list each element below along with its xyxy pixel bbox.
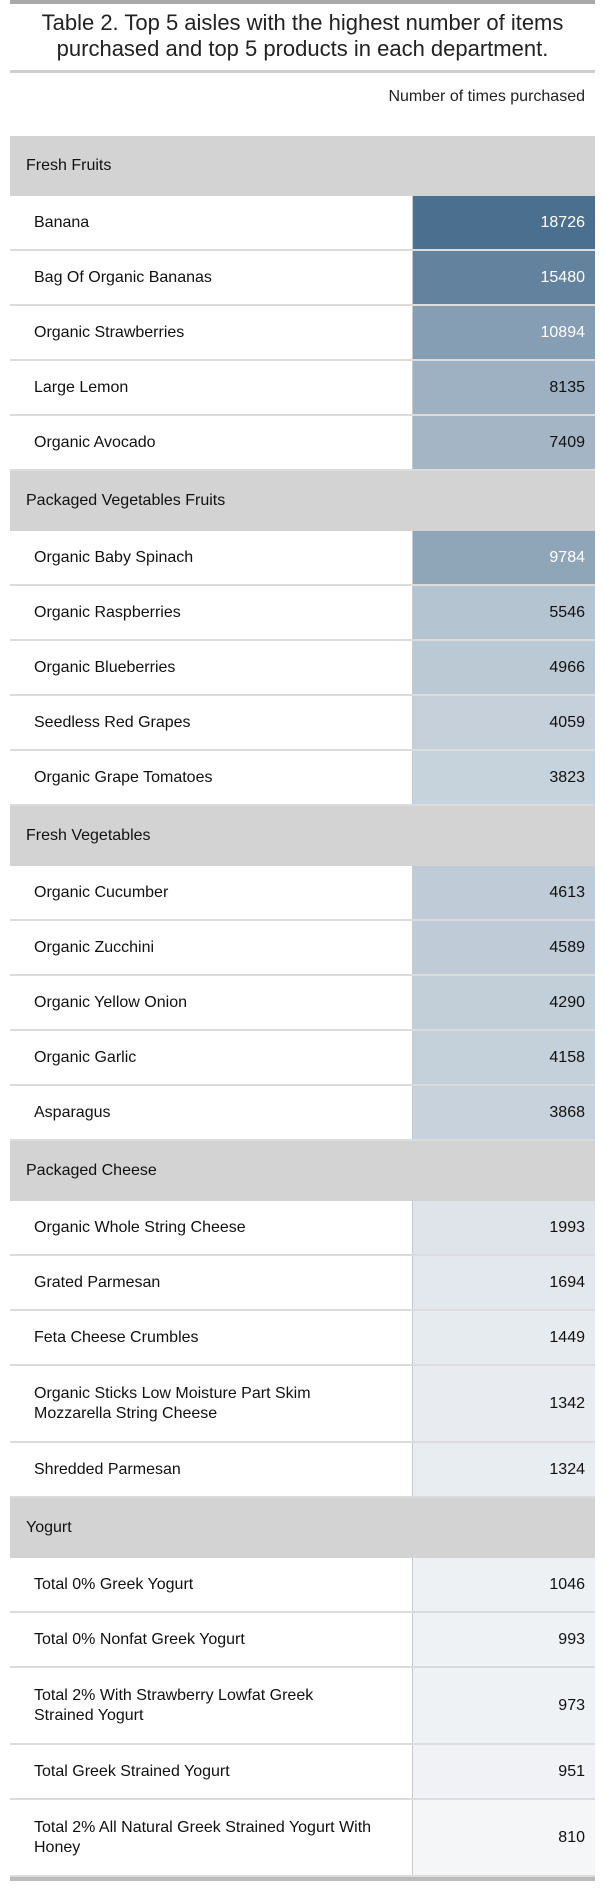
value-column-header: Number of times purchased — [388, 88, 585, 105]
product-name: Asparagus — [34, 1103, 111, 1121]
purchase-count-cell: 1342 — [412, 1366, 595, 1441]
bottom-rule — [10, 1877, 595, 1881]
purchase-count-cell: 993 — [412, 1613, 595, 1666]
table-row: Organic Baby Spinach 9784 — [10, 531, 595, 586]
table-row: Organic Blueberries 4966 — [10, 641, 595, 696]
purchase-count-cell: 4059 — [412, 696, 595, 749]
purchase-count-cell: 4966 — [412, 641, 595, 694]
group-header: Packaged Vegetables Fruits — [10, 471, 595, 531]
purchase-count-cell: 7409 — [412, 416, 595, 469]
table-body: Fresh Fruits Banana 18726 Bag Of Organic Ba… — [10, 136, 595, 1877]
product-name: Organic Yellow Onion — [34, 993, 187, 1011]
table-row: Total 0% Nonfat Greek Yogurt 993 — [10, 1613, 595, 1668]
table-container: Table 2. Top 5 aisles with the highest n… — [10, 0, 595, 1881]
table-row: Asparagus 3868 — [10, 1086, 595, 1141]
group-header: Fresh Vegetables — [10, 806, 595, 866]
purchase-count-cell: 4290 — [412, 976, 595, 1029]
product-name: Organic Blueberries — [34, 658, 176, 676]
product-name: Organic Grape Tomatoes — [34, 768, 213, 786]
table-row: Total 2% All Natural Greek Strained Yogu… — [10, 1800, 595, 1877]
product-name: Total 2% With Strawberry Lowfat Greek St… — [34, 1686, 314, 1724]
table-row: Organic Yellow Onion 4290 — [10, 976, 595, 1031]
purchase-count-cell: 3868 — [412, 1086, 595, 1139]
product-name: Organic Avocado — [34, 433, 156, 451]
table-row: Large Lemon 8135 — [10, 361, 595, 416]
purchase-count-cell: 1449 — [412, 1311, 595, 1364]
table-row: Total Greek Strained Yogurt 951 — [10, 1745, 595, 1800]
purchase-count-cell: 3823 — [412, 751, 595, 804]
table-row: Shredded Parmesan 1324 — [10, 1443, 595, 1498]
purchase-count-cell: 1694 — [412, 1256, 595, 1309]
purchase-count-cell: 15480 — [412, 251, 595, 304]
table-row: Organic Raspberries 5546 — [10, 586, 595, 641]
purchase-count-cell: 1046 — [412, 1558, 595, 1611]
product-name: Organic Garlic — [34, 1048, 137, 1066]
product-name: Organic Whole String Cheese — [34, 1218, 246, 1236]
product-name: Organic Baby Spinach — [34, 548, 194, 566]
purchase-count-cell: 1993 — [412, 1201, 595, 1254]
column-header: Number of times purchased — [10, 73, 595, 136]
product-name: Total 2% All Natural Greek Strained Yogu… — [34, 1818, 372, 1856]
product-name: Grated Parmesan — [34, 1273, 161, 1291]
table-title: Table 2. Top 5 aisles with the highest n… — [41, 10, 564, 61]
purchase-count-cell: 973 — [412, 1668, 595, 1743]
purchase-count-cell: 10894 — [412, 306, 595, 359]
product-name: Organic Strawberries — [34, 323, 185, 341]
group-header: Yogurt — [10, 1498, 595, 1558]
purchase-count-cell: 8135 — [412, 361, 595, 414]
purchase-count-cell: 5546 — [412, 586, 595, 639]
group-header: Packaged Cheese — [10, 1141, 595, 1201]
product-name: Bag Of Organic Bananas — [34, 268, 212, 286]
product-name: Shredded Parmesan — [34, 1460, 181, 1478]
table-row: Organic Garlic 4158 — [10, 1031, 595, 1086]
purchase-count-cell: 9784 — [412, 531, 595, 584]
purchase-count-cell: 18726 — [412, 196, 595, 249]
purchase-count-cell: 810 — [412, 1800, 595, 1875]
product-name: Organic Raspberries — [34, 603, 181, 621]
table-row: Bag Of Organic Bananas 15480 — [10, 251, 595, 306]
table-row: Organic Grape Tomatoes 3823 — [10, 751, 595, 806]
table-row: Organic Sticks Low Moisture Part Skim Mo… — [10, 1366, 595, 1443]
table-row: Feta Cheese Crumbles 1449 — [10, 1311, 595, 1366]
purchase-count-cell: 4613 — [412, 866, 595, 919]
product-name: Seedless Red Grapes — [34, 713, 191, 731]
product-name: Organic Cucumber — [34, 883, 169, 901]
product-name: Total Greek Strained Yogurt — [34, 1762, 230, 1780]
table-row: Organic Avocado 7409 — [10, 416, 595, 471]
table-row: Organic Cucumber 4613 — [10, 866, 595, 921]
table-row: Seedless Red Grapes 4059 — [10, 696, 595, 751]
table-row: Total 2% With Strawberry Lowfat Greek St… — [10, 1668, 595, 1745]
purchase-count-cell: 1324 — [412, 1443, 595, 1496]
purchase-count-cell: 4158 — [412, 1031, 595, 1084]
table-row: Organic Whole String Cheese 1993 — [10, 1201, 595, 1256]
product-name: Organic Sticks Low Moisture Part Skim Mo… — [34, 1384, 311, 1422]
purchase-count-cell: 4589 — [412, 921, 595, 974]
group-header: Fresh Fruits — [10, 136, 595, 196]
table-row: Grated Parmesan 1694 — [10, 1256, 595, 1311]
product-name: Total 0% Greek Yogurt — [34, 1575, 194, 1593]
product-name: Banana — [34, 213, 90, 231]
product-name: Organic Zucchini — [34, 938, 155, 956]
purchase-count-cell: 951 — [412, 1745, 595, 1798]
table-row: Organic Strawberries 10894 — [10, 306, 595, 361]
product-name: Feta Cheese Crumbles — [34, 1328, 199, 1346]
product-name: Large Lemon — [34, 378, 129, 396]
table-row: Banana 18726 — [10, 196, 595, 251]
table-row: Total 0% Greek Yogurt 1046 — [10, 1558, 595, 1613]
table-row: Organic Zucchini 4589 — [10, 921, 595, 976]
product-name: Total 0% Nonfat Greek Yogurt — [34, 1630, 245, 1648]
